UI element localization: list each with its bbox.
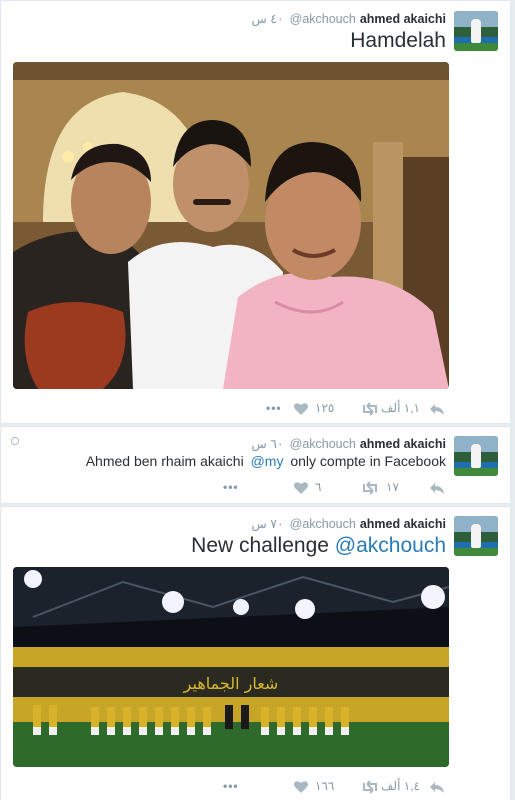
heart-icon[interactable] [293,480,309,496]
tweet-actions: ١,٤ ألف ١٦٦ ••• [1,779,512,795]
tweet[interactable]: ٧٠ س @akchouch ahmed akaichi New challenge… [0,506,511,800]
user-name[interactable]: ahmed akaichi [360,12,446,26]
heart-icon[interactable] [293,401,309,417]
tweet-context-icon [11,437,19,445]
tweet-timestamp[interactable]: ٤٠ س [251,12,283,26]
user-handle[interactable]: @akchouch [290,12,356,26]
user-avatar[interactable] [454,516,498,556]
tweet-text: Ahmed ben rhaim akaichi @my only compte … [86,453,446,469]
user-avatar[interactable] [454,11,498,51]
tweet-photo[interactable] [13,62,449,389]
tweet-text: New challenge @akchouch [191,534,446,558]
tweet[interactable]: ٤٠ س @akchouch ahmed akaichi Hamdelah ١,… [0,0,511,424]
mention-link[interactable]: @akchouch [335,534,446,557]
retweet-count: ١,٤ ألف [381,779,420,793]
retweet-count: ١٧ [386,480,399,494]
tweet-text-body: Ahmed ben rhaim akaichi [85,453,244,469]
retweet-count: ١,١ ألف [381,401,420,415]
tweet[interactable]: ٦٠ س @akchouch ahmed akaichi Ahmed ben rha… [0,426,511,504]
heart-icon[interactable] [293,779,309,795]
like-count: ٦ [315,480,322,494]
retweet-icon[interactable] [361,401,379,417]
more-icon[interactable]: ••• [266,401,282,417]
tweet-text-body: only compte in Facebook [290,453,446,469]
user-handle[interactable]: @akchouch [290,437,356,451]
tweet-actions: ١,١ ألف ١٢٥ ••• [1,401,512,417]
user-avatar[interactable] [454,436,498,476]
mention-link[interactable]: @my [251,453,284,469]
tweet-header: ٦٠ س @akchouch ahmed akaichi [251,436,446,452]
tweet-header: ٤٠ س @akchouch ahmed akaichi [251,11,446,27]
user-name[interactable]: ahmed akaichi [360,437,446,451]
tweet-photo[interactable]: شعار الجماهير [13,567,449,767]
retweet-icon[interactable] [361,480,379,496]
retweet-icon[interactable] [361,779,379,795]
user-handle[interactable]: @akchouch [290,517,356,531]
tweet-text: Hamdelah [350,29,446,53]
tweet-header: ٧٠ س @akchouch ahmed akaichi [251,516,446,532]
tweet-timestamp[interactable]: ٦٠ س [251,437,283,451]
tweet-timestamp[interactable]: ٧٠ س [251,517,283,531]
tweet-text-body: Hamdelah [350,29,446,52]
like-count: ١٢٥ [315,401,335,415]
tweet-actions: ١٧ ٦ ••• [1,480,512,496]
svg-text:شعار الجماهير: شعار الجماهير [183,674,279,694]
user-name[interactable]: ahmed akaichi [360,517,446,531]
reply-icon[interactable] [429,779,445,795]
like-count: ١٦٦ [315,779,335,793]
more-icon[interactable]: ••• [223,480,239,496]
tweet-text-body: New challenge [191,534,329,557]
timeline-stream: ٤٠ س @akchouch ahmed akaichi Hamdelah ١,… [0,0,515,800]
reply-icon[interactable] [429,480,445,496]
reply-icon[interactable] [429,401,445,417]
more-icon[interactable]: ••• [223,779,239,795]
